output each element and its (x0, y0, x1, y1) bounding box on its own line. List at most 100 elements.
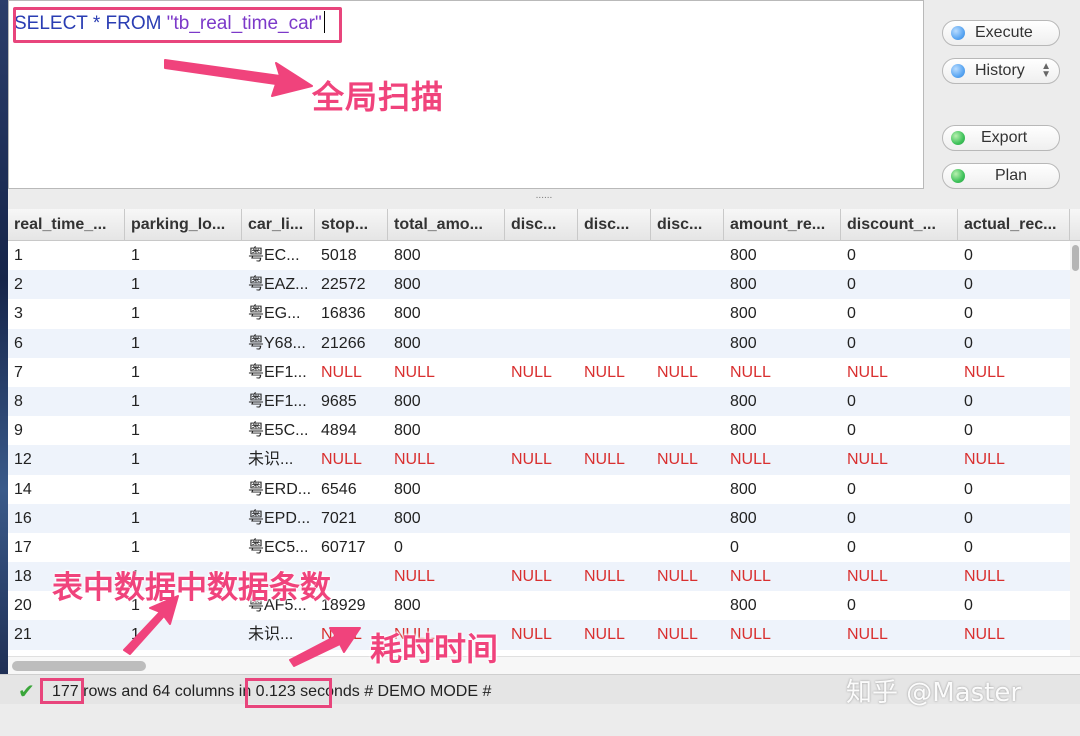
table-cell[interactable]: 粤EAZ... (242, 270, 315, 299)
table-cell[interactable]: NULL (841, 562, 958, 591)
table-cell[interactable] (505, 591, 578, 620)
table-cell[interactable]: 800 (388, 299, 505, 328)
table-cell[interactable]: 800 (724, 387, 841, 416)
column-header[interactable]: disc... (651, 209, 724, 241)
table-cell[interactable] (651, 591, 724, 620)
table-cell[interactable] (651, 270, 724, 299)
column-header[interactable]: stop... (315, 209, 388, 241)
table-cell[interactable]: 9 (8, 416, 125, 445)
table-cell[interactable]: 粤Y68... (242, 329, 315, 358)
export-button[interactable]: Export (942, 125, 1060, 151)
table-cell[interactable]: 0 (958, 387, 1070, 416)
table-cell[interactable] (578, 533, 651, 562)
table-cell[interactable] (505, 475, 578, 504)
table-cell[interactable]: 8 (8, 387, 125, 416)
table-cell[interactable]: 16 (8, 504, 125, 533)
table-cell[interactable]: NULL (578, 620, 651, 649)
table-cell[interactable]: 1 (125, 445, 242, 474)
table-cell[interactable]: 0 (958, 504, 1070, 533)
table-cell[interactable] (578, 504, 651, 533)
table-cell[interactable]: 1 (125, 416, 242, 445)
table-cell[interactable]: 0 (958, 475, 1070, 504)
table-cell[interactable]: 800 (388, 241, 505, 270)
table-cell[interactable]: 800 (388, 475, 505, 504)
table-cell[interactable]: 1 (125, 329, 242, 358)
table-cell[interactable]: 800 (388, 591, 505, 620)
table-row[interactable]: 21 1 未识... NULL NULL NULL NULL NULL NULL NULL NULL (8, 620, 1070, 650)
table-cell[interactable]: 0 (841, 241, 958, 270)
table-cell[interactable]: 0 (388, 533, 505, 562)
table-cell[interactable]: 0 (841, 504, 958, 533)
table-cell[interactable] (651, 533, 724, 562)
table-cell[interactable]: 1 (125, 620, 242, 649)
table-cell[interactable]: NULL (315, 445, 388, 474)
table-cell[interactable] (578, 270, 651, 299)
table-cell[interactable]: 1 (125, 475, 242, 504)
table-cell[interactable]: 800 (724, 241, 841, 270)
table-cell[interactable]: 800 (724, 475, 841, 504)
table-cell[interactable]: NULL (724, 620, 841, 649)
table-cell[interactable]: 2 (8, 270, 125, 299)
table-cell[interactable]: 粤EG... (242, 299, 315, 328)
table-cell[interactable]: 6546 (315, 475, 388, 504)
table-cell[interactable]: NULL (651, 358, 724, 387)
table-cell[interactable]: 0 (958, 329, 1070, 358)
table-cell[interactable]: 800 (724, 416, 841, 445)
table-cell[interactable] (505, 241, 578, 270)
table-cell[interactable] (505, 533, 578, 562)
table-row[interactable]: 6 1 粤Y68... 21266 800 800 0 0 (8, 328, 1070, 358)
table-cell[interactable]: 0 (841, 533, 958, 562)
table-row[interactable]: 16 1 粤EPD... 7021 800 800 0 0 (8, 503, 1070, 533)
table-cell[interactable] (578, 387, 651, 416)
table-cell[interactable]: NULL (578, 445, 651, 474)
table-cell[interactable]: 0 (958, 591, 1070, 620)
table-cell[interactable]: 0 (841, 416, 958, 445)
vertical-scroll-thumb[interactable] (1072, 245, 1079, 271)
table-cell[interactable]: 800 (388, 329, 505, 358)
table-cell[interactable]: NULL (841, 620, 958, 649)
table-cell[interactable]: 60717 (315, 533, 388, 562)
table-row[interactable]: 14 1 粤ERD... 6546 800 800 0 0 (8, 475, 1070, 504)
table-cell[interactable]: NULL (651, 620, 724, 649)
table-cell[interactable] (578, 299, 651, 328)
table-cell[interactable]: 0 (841, 475, 958, 504)
table-cell[interactable] (651, 475, 724, 504)
table-cell[interactable]: 0 (841, 270, 958, 299)
table-cell[interactable]: 3 (8, 299, 125, 328)
table-cell[interactable]: NULL (505, 358, 578, 387)
table-cell[interactable] (505, 387, 578, 416)
table-cell[interactable]: 未识... (242, 620, 315, 649)
table-cell[interactable] (578, 416, 651, 445)
column-header[interactable]: disc... (578, 209, 651, 241)
table-cell[interactable]: NULL (958, 358, 1070, 387)
table-cell[interactable]: 800 (724, 329, 841, 358)
execute-button[interactable]: Execute (942, 20, 1060, 46)
table-cell[interactable]: 0 (958, 270, 1070, 299)
table-cell[interactable] (651, 329, 724, 358)
table-cell[interactable]: 1 (125, 504, 242, 533)
table-cell[interactable]: NULL (724, 358, 841, 387)
table-cell[interactable]: 0 (958, 299, 1070, 328)
table-cell[interactable] (651, 299, 724, 328)
table-cell[interactable]: 1 (125, 387, 242, 416)
editor-splitter[interactable]: ...... (8, 189, 1080, 209)
table-cell[interactable]: 4894 (315, 416, 388, 445)
table-cell[interactable] (578, 475, 651, 504)
table-cell[interactable]: NULL (724, 562, 841, 591)
table-row[interactable]: 7 1 粤EF1... NULL NULL NULL NULL NULL NULL NULL NUL… (8, 358, 1070, 387)
table-cell[interactable] (578, 329, 651, 358)
table-cell[interactable] (651, 416, 724, 445)
table-cell[interactable]: NULL (958, 445, 1070, 474)
table-cell[interactable]: NULL (724, 445, 841, 474)
table-cell[interactable]: NULL (505, 620, 578, 649)
table-cell[interactable]: 12 (8, 445, 125, 474)
table-cell[interactable] (505, 270, 578, 299)
table-row[interactable]: 2 1 粤EAZ... 22572 800 800 0 0 (8, 270, 1070, 300)
column-header[interactable]: discount_... (841, 209, 958, 241)
table-cell[interactable]: NULL (958, 562, 1070, 591)
sql-editor[interactable]: SELECT * FROM "tb_real_time_car" (8, 0, 924, 189)
table-cell[interactable]: 1 (125, 299, 242, 328)
table-cell[interactable]: 6 (8, 329, 125, 358)
table-cell[interactable]: NULL (578, 562, 651, 591)
table-cell[interactable]: 1 (125, 533, 242, 562)
